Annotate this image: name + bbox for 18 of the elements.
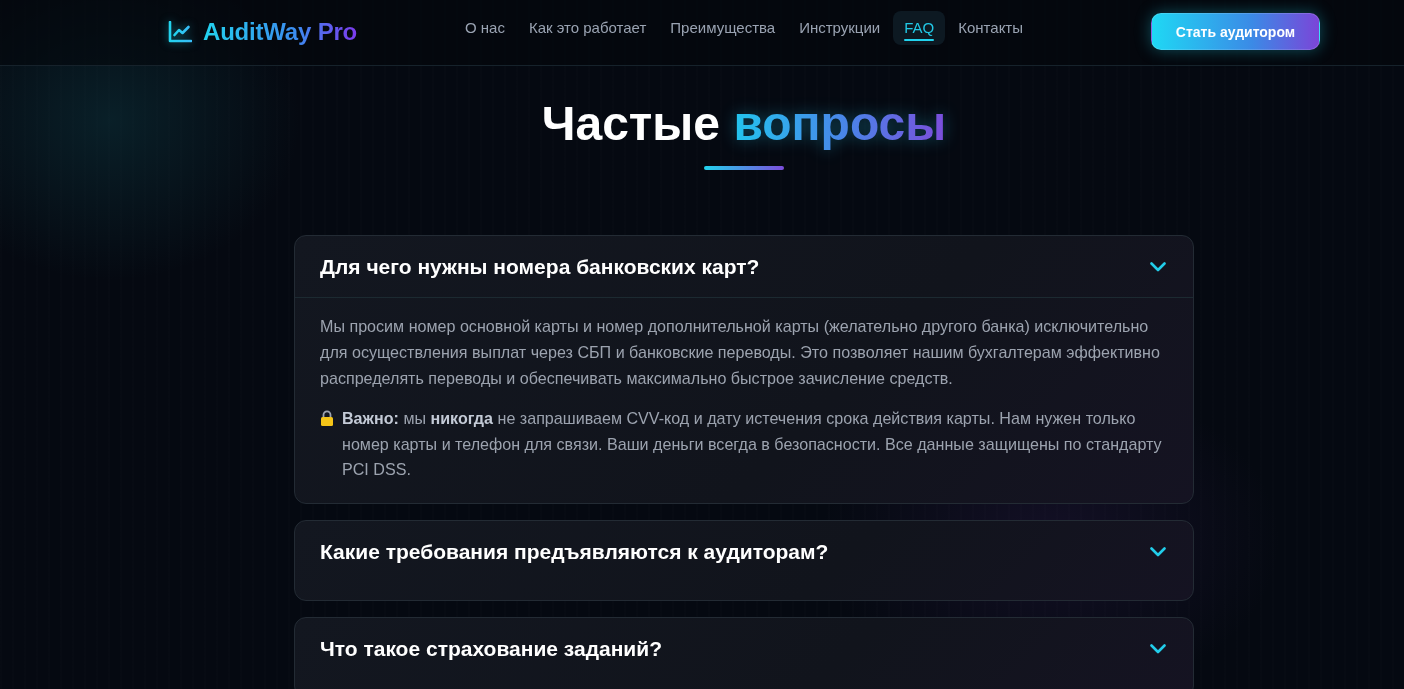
- nav-link[interactable]: Преимущества: [659, 10, 787, 45]
- faq-answer-text: Мы просим номер основной карты и номер дополнительной карты (желательно другого банка) исключительно для осуществления выплат через СБП и банковские переводы. Это позволяет нашим бухгалтерам эффективно распределять переводы и обеспечивать максимально быстрое зачисление средств.: [320, 316, 1161, 389]
- faq-question[interactable]: Для чего нужны номера банковских карт?: [295, 236, 1193, 298]
- chevron-down-icon: [1150, 643, 1166, 654]
- chevron-down-icon: [1150, 262, 1166, 272]
- lock-icon: [320, 410, 334, 426]
- faq-question[interactable]: Какие требования предъявляются к аудиторам?: [295, 520, 1193, 582]
- nav-link[interactable]: О нас: [453, 10, 516, 45]
- faq-answer-text: Важно: мы никогда не запрашиваем CVV-код и дату истечения срока действия карты. Нам нужен только номер карты и телефон для связи. Ваши деньги всегда в безопасности. Все данные защищены по стандарту PCI DSS.: [342, 408, 1163, 480]
- chevron-down-icon: [1150, 546, 1166, 557]
- nav-link[interactable]: Контакты: [947, 10, 1035, 45]
- nav-link[interactable]: Как это работает: [517, 10, 658, 45]
- nav-link[interactable]: Инструкции: [788, 10, 892, 45]
- faq-question[interactable]: Что такое страхование заданий?: [295, 617, 1193, 679]
- section-heading: Частые вопросы: [541, 96, 947, 152]
- nav-link[interactable]: FAQ: [893, 10, 946, 45]
- become-auditor-button[interactable]: Стать аудитором: [1151, 13, 1320, 50]
- line-chart-icon: [168, 20, 192, 43]
